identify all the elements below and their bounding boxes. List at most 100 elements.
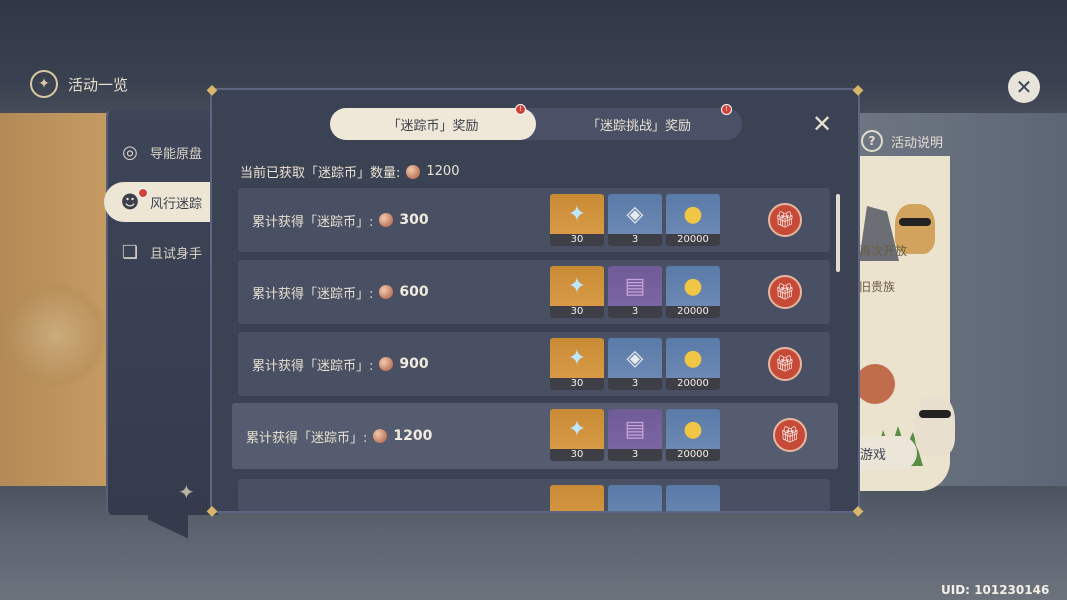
reward-row: 累计获得「迷踪币」: 1200 ✦ 30 ▤ 3 ● 20000 🎁︎ — [232, 403, 838, 469]
reward-item-ore[interactable]: ◈ 3 — [608, 194, 662, 246]
reward-items: ✦ 30 ▤ 3 ● 20000 — [550, 266, 720, 318]
ore-icon — [608, 485, 662, 511]
coin-icon — [406, 164, 421, 179]
mora-coin-icon: ● — [666, 409, 720, 449]
corner-ornament-icon: ◆ — [206, 82, 218, 98]
primogem-icon — [550, 485, 604, 511]
sparkle-icon: ✦ — [178, 480, 195, 504]
reward-row-label-group: 累计获得「迷踪币」: 600 — [252, 260, 429, 324]
tab-coin-rewards[interactable]: 「迷踪币」奖励 ! — [330, 104, 536, 140]
reward-item-mora[interactable] — [666, 485, 720, 511]
activity-list-title: 活动一览 — [68, 75, 129, 94]
reward-item-mora[interactable]: ● 20000 — [666, 338, 720, 390]
item-count: 20000 — [666, 449, 720, 461]
reward-row-label: 累计获得「迷踪币」: — [246, 430, 368, 446]
reward-row-label: 累计获得「迷踪币」: — [252, 358, 374, 374]
sidebar-item-wind-trail[interactable]: ☻ 风行迷踪 — [104, 182, 214, 222]
item-count: 20000 — [666, 378, 720, 390]
tab-label: 「迷踪币」奖励 — [387, 118, 479, 134]
reward-item-book[interactable]: ▤ 3 — [608, 409, 662, 461]
reward-row: 累计获得「迷踪币」: 600 ✦ 30 ▤ 3 ● 20000 🎁︎ — [238, 260, 830, 324]
reward-row-label-group: 累计获得「迷踪币」: 300 — [252, 188, 429, 252]
item-count: 3 — [608, 306, 662, 318]
reward-item-mora[interactable]: ● 20000 — [666, 266, 720, 318]
claim-gift-button[interactable]: 🎁︎ — [768, 275, 802, 309]
reward-item-mora[interactable]: ● 20000 — [666, 194, 720, 246]
help-link[interactable]: ? 活动说明 — [861, 130, 943, 152]
reward-row-label: 累计获得「迷踪币」: — [252, 214, 374, 230]
claim-gift-button[interactable]: 🎁︎ — [768, 203, 802, 237]
player-uid: UID: 101230146 — [941, 583, 1050, 597]
reward-row-label: 累计获得「迷踪币」: — [252, 286, 374, 302]
ball-illustration — [855, 364, 895, 404]
notification-badge: ! — [515, 104, 526, 115]
reward-threshold: 900 — [399, 356, 429, 372]
reward-item-primogem[interactable]: ✦ 30 — [550, 338, 604, 390]
tab-challenge-rewards[interactable]: 「迷踪挑战」奖励 ! — [536, 104, 742, 140]
item-count: 20000 — [666, 306, 720, 318]
mora-coin-icon — [666, 485, 720, 511]
reward-threshold: 300 — [399, 212, 429, 228]
list-scrollbar[interactable] — [836, 190, 842, 490]
reward-item-primogem[interactable]: ✦ 30 — [550, 409, 604, 461]
reward-item-primogem[interactable] — [550, 485, 604, 511]
reward-item-book[interactable]: ▤ 3 — [608, 266, 662, 318]
reward-row: 累计获得「迷踪币」: 900 ✦ 30 ◈ 3 ● 20000 🎁︎ — [238, 332, 830, 396]
reward-items — [550, 485, 720, 511]
corner-ornament-icon: ◆ — [206, 503, 218, 519]
item-count: 3 — [608, 378, 662, 390]
event-sidebar: ◎ 导能原盘 ☻ 风行迷踪 ❏ 且试身手 — [104, 110, 218, 515]
corner-ornament-icon: ◆ — [852, 503, 864, 519]
mora-coin-icon: ● — [666, 194, 720, 234]
primogem-icon: ✦ — [550, 194, 604, 234]
target-icon: ◎ — [122, 141, 138, 163]
scrollbar-thumb[interactable] — [836, 194, 840, 272]
compass-icon: ✦ — [30, 70, 58, 98]
book-icon: ▤ — [608, 409, 662, 449]
mora-coin-icon: ● — [666, 266, 720, 306]
primogem-icon: ✦ — [550, 338, 604, 378]
summary-value: 1200 — [426, 164, 460, 179]
sidebar-item-label: 且试身手 — [150, 246, 203, 262]
cards-icon: ❏ — [121, 241, 139, 263]
reward-item-ore[interactable] — [608, 485, 662, 511]
reward-items: ✦ 30 ▤ 3 ● 20000 — [550, 409, 720, 461]
reward-items: ✦ 30 ◈ 3 ● 20000 — [550, 194, 720, 246]
item-count: 3 — [608, 234, 662, 246]
ore-icon: ◈ — [608, 194, 662, 234]
close-icon[interactable]: ✕ — [1008, 71, 1040, 103]
primogem-icon: ✦ — [550, 409, 604, 449]
play-game-button[interactable]: 游戏 — [855, 436, 917, 470]
reward-item-primogem[interactable]: ✦ 30 — [550, 266, 604, 318]
item-count: 30 — [550, 306, 604, 318]
reward-item-mora[interactable]: ● 20000 — [666, 409, 720, 461]
coin-icon — [379, 285, 394, 299]
mora-coin-icon: ● — [666, 338, 720, 378]
item-count: 30 — [550, 449, 604, 461]
banner-text: 再次开放 — [859, 244, 908, 258]
event-info-panel: ? 活动说明 再次开放 旧贵族 游戏 — [855, 118, 1067, 491]
reward-dialog: ◆ ◆ ◆ ◆ 「迷踪币」奖励 ! 「迷踪挑战」奖励 ! ✕ 当前已获取「迷踪币… — [207, 82, 864, 519]
reward-threshold: 600 — [399, 284, 429, 300]
sidebar-item-label: 导能原盘 — [150, 146, 203, 162]
coin-icon — [379, 357, 394, 371]
masked-cat-illustration — [915, 396, 955, 456]
reward-item-ore[interactable]: ◈ 3 — [608, 338, 662, 390]
primogem-icon: ✦ — [550, 266, 604, 306]
item-count: 30 — [550, 378, 604, 390]
dialog-close-icon[interactable]: ✕ — [810, 112, 834, 136]
reward-item-primogem[interactable]: ✦ 30 — [550, 194, 604, 246]
reward-row-partial — [238, 479, 830, 511]
reward-row-label-group: 累计获得「迷踪币」: 1200 — [246, 403, 432, 469]
item-count: 30 — [550, 234, 604, 246]
help-label: 活动说明 — [891, 135, 944, 151]
sidebar-item-label: 风行迷踪 — [150, 196, 203, 212]
reward-tabs: 「迷踪币」奖励 ! 「迷踪挑战」奖励 ! — [330, 104, 742, 140]
notification-badge — [138, 188, 148, 198]
claim-gift-button[interactable]: 🎁︎ — [768, 347, 802, 381]
question-icon: ? — [861, 130, 883, 152]
ore-icon: ◈ — [608, 338, 662, 378]
claim-gift-button[interactable]: 🎁︎ — [773, 418, 807, 452]
banner-text: 旧贵族 — [859, 280, 896, 294]
reward-items: ✦ 30 ◈ 3 ● 20000 — [550, 338, 720, 390]
